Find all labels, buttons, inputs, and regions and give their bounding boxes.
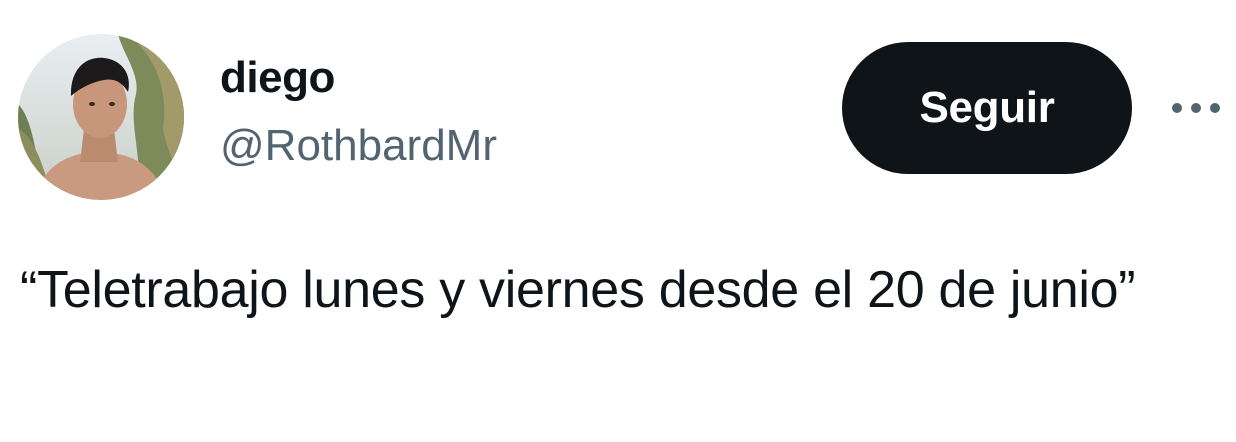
tweet-card: diego @RothbardMr Seguir “Teletrabajo lu… xyxy=(0,0,1236,442)
user-handle[interactable]: @RothbardMr xyxy=(220,118,497,174)
tweet-text: “Teletrabajo lunes y viernes desde el 20… xyxy=(20,261,1136,319)
avatar-photo xyxy=(18,34,184,200)
follow-button[interactable]: Seguir xyxy=(842,42,1132,174)
display-name[interactable]: diego xyxy=(220,50,335,106)
more-options-button[interactable] xyxy=(1164,84,1228,132)
avatar[interactable] xyxy=(18,34,184,200)
more-horizontal-icon xyxy=(1172,103,1220,113)
